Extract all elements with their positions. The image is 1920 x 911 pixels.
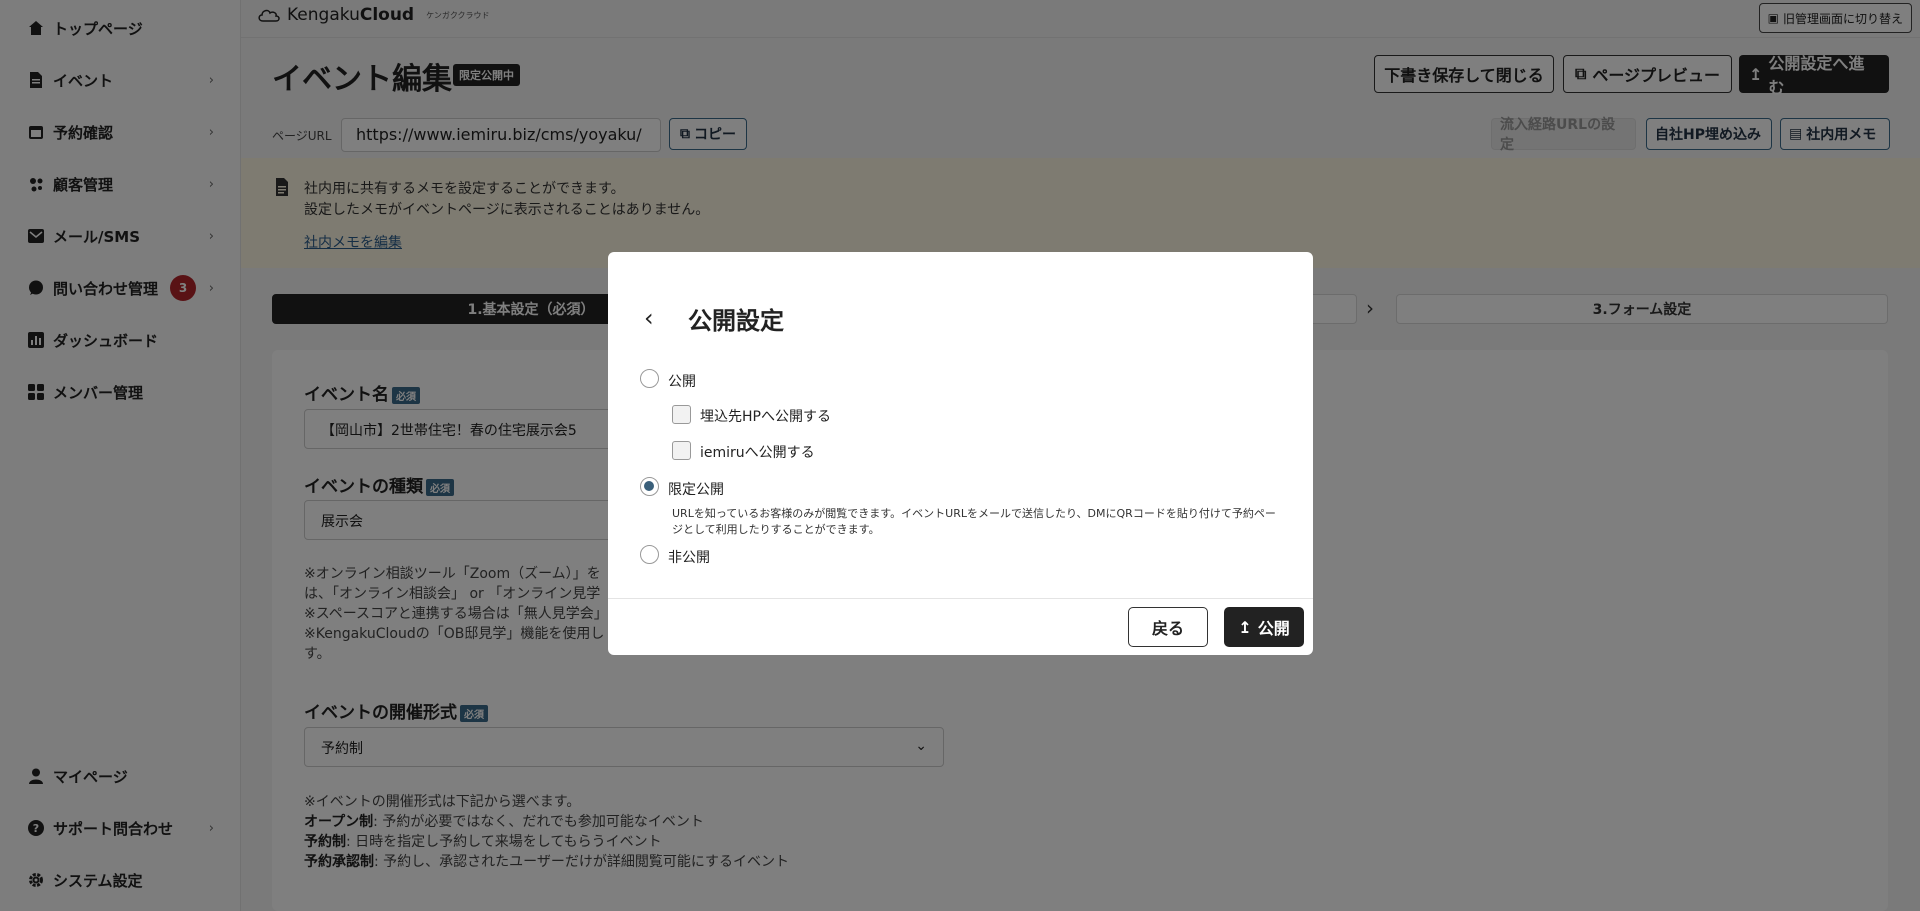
radio-public-label: 公開 <box>668 374 696 390</box>
radio-private-label: 非公開 <box>668 550 710 566</box>
checkbox-iemiru[interactable] <box>672 441 691 460</box>
checkbox-embed-hp[interactable] <box>672 405 691 424</box>
checkbox-embed-hp-label: 埋込先HPへ公開する <box>700 409 831 425</box>
radio-limited-label: 限定公開 <box>668 482 724 498</box>
checkbox-iemiru-label: iemiruへ公開する <box>700 445 815 461</box>
radio-limited[interactable] <box>640 477 659 496</box>
radio-private[interactable] <box>640 545 659 564</box>
modal-divider <box>608 598 1313 599</box>
modal-title: 公開設定 <box>688 307 784 335</box>
publish-settings-modal: ‹ 公開設定 公開 埋込先HPへ公開する iemiruへ公開する 限定公開 UR… <box>608 252 1313 655</box>
back-arrow-icon[interactable]: ‹ <box>644 304 654 332</box>
radio-public[interactable] <box>640 369 659 388</box>
limited-description: URLを知っているお客様のみが閲覧できます。イベントURLをメールで送信したり、… <box>672 507 1276 536</box>
modal-publish-button[interactable]: ↥ 公開 <box>1224 607 1304 647</box>
upload-icon: ↥ <box>1238 617 1252 637</box>
modal-back-button[interactable]: 戻る <box>1128 607 1208 647</box>
